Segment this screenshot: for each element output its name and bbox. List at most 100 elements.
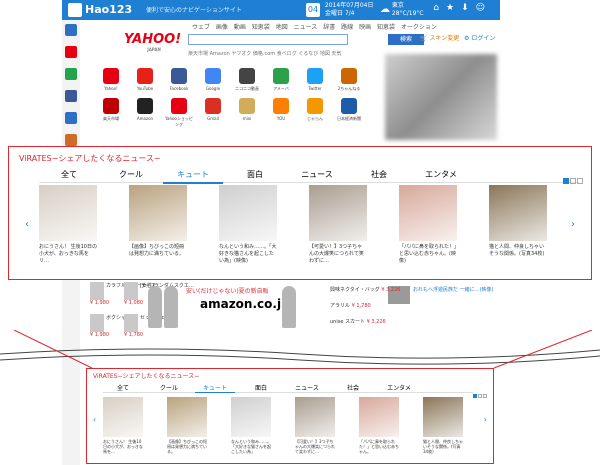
nav-link[interactable]: 路線 <box>341 24 359 31</box>
site-shortcut[interactable]: 楽天市場 <box>96 98 126 122</box>
news-card[interactable]: 【可愛い！】3つ子ちゃんの大爆笑につられて笑わずに… <box>295 397 335 454</box>
ad-thumb <box>90 282 104 300</box>
news-card[interactable]: 猫と人間、仲良しちゃいそうな関係。(写真34枚) <box>489 185 547 258</box>
site-shortcut[interactable]: 2ちゃんねる <box>334 68 364 92</box>
news-caption: 猫と人間、仲良しちゃいそうな関係。(写真34枚) <box>423 439 463 454</box>
ad-item[interactable]: 興味ネクタイ・バッグ ¥ 3,226 <box>330 286 400 293</box>
widget-tab[interactable]: 面白 <box>225 169 285 180</box>
next-arrow-icon[interactable]: › <box>484 415 487 424</box>
weather-temp: 28°C/19°C <box>391 10 424 17</box>
nav-link[interactable]: 地図 <box>276 24 294 31</box>
shortcut-icon[interactable] <box>65 68 77 80</box>
shortcut-icon[interactable] <box>65 112 77 124</box>
nav-link[interactable]: 動画 <box>234 24 252 31</box>
download-icon[interactable]: ⬇ <box>461 3 476 13</box>
star-icon[interactable]: ★ <box>446 3 461 13</box>
site-icon <box>137 98 153 114</box>
pager-dot[interactable] <box>478 394 482 398</box>
news-card[interactable]: 【画像】ちびっこの短冊は発想力に満ちている。 <box>167 397 207 454</box>
login-button[interactable]: ⚙ ログイン <box>464 33 495 42</box>
widget-tab[interactable]: クール <box>149 383 189 392</box>
calendar-icon: 04 <box>306 3 320 17</box>
weather-widget[interactable]: ☁ 東京 28°C/19°C <box>380 2 424 18</box>
pager-dot[interactable] <box>483 394 487 398</box>
search-button[interactable]: 検索 <box>388 34 424 45</box>
prev-arrow-icon[interactable]: ‹ <box>93 415 96 424</box>
site-shortcut[interactable]: Gmail <box>198 98 228 121</box>
shortcut-icon[interactable] <box>65 90 77 102</box>
pager-dot[interactable] <box>577 178 583 184</box>
nav-link[interactable]: 知恵袋 <box>377 24 401 31</box>
news-card[interactable]: おにうさん！ 生後10日の小犬が、おっきな馬をリ… <box>39 185 97 265</box>
next-arrow-icon[interactable]: › <box>571 219 575 230</box>
widget-tab[interactable]: 全て <box>39 169 99 180</box>
widget-tab[interactable]: エンタメ <box>411 169 471 180</box>
widget-tab[interactable]: ニュース <box>287 383 327 392</box>
nav-link[interactable]: ニュース <box>294 24 324 31</box>
news-card[interactable]: 「パパに鼻を取られた！」と思い込む赤ちゃん。(映像) <box>399 185 457 265</box>
site-shortcut[interactable]: アメーバ <box>266 68 296 92</box>
news-card[interactable]: 「パパに鼻を取られた！」と思い込む赤ちゃん。 <box>359 397 399 454</box>
site-shortcut[interactable]: じゃらん <box>300 98 330 122</box>
site-shortcut[interactable]: mixi <box>232 98 262 121</box>
site-label: mixi <box>242 116 252 121</box>
news-card[interactable]: 【画像】ちびっこの短冊は発想力に満ちている。 <box>129 185 187 258</box>
nav-link[interactable]: 辞書 <box>323 24 341 31</box>
widget-tab[interactable]: クール <box>101 169 161 180</box>
hao123-logo[interactable]: Hao123 <box>68 2 132 18</box>
news-caption: 「パパに鼻を取られた！」と思い込む赤ちゃん。(映像) <box>399 244 457 264</box>
pager-dot[interactable] <box>563 178 569 184</box>
widget-tab[interactable]: キュート <box>195 383 235 393</box>
news-card[interactable]: なんという和み……。「大好きな猫さんを起こしたい為」(映像) <box>219 185 277 265</box>
site-label: YOU <box>276 116 286 121</box>
nav-link[interactable]: 画像 <box>216 24 234 31</box>
news-card[interactable]: 【可愛い！】3つ子ちゃんの大爆笑につられて笑わずに… <box>309 185 367 265</box>
site-shortcut[interactable]: Yahoo! <box>96 68 126 91</box>
search-input[interactable] <box>188 34 348 45</box>
site-shortcut[interactable]: Yahooショッピング <box>164 98 194 128</box>
pager-dot[interactable] <box>473 394 477 398</box>
search-sublinks[interactable]: 楽天市場 Amazon ヤフオク 価格.com 食べログ ぐるなび 地図 天気 <box>188 50 341 57</box>
site-shortcut[interactable]: 日本経済新聞 <box>334 98 364 122</box>
news-card[interactable]: おにうさん！ 生後10日の小犬が、おっきな馬を… <box>103 397 143 454</box>
prev-arrow-icon[interactable]: ‹ <box>25 219 29 230</box>
ad-price: ¥ 1,980 <box>90 300 110 306</box>
widget-tab[interactable]: エンタメ <box>379 383 419 392</box>
skin-change-button[interactable]: 🛒 スキン変更 <box>420 33 459 42</box>
site-shortcut[interactable]: Twitter <box>300 68 330 91</box>
pager-dot[interactable] <box>570 178 576 184</box>
amazon-banner[interactable]: 安い(だけじゃない)夏の新自販 amazon.co.jp <box>148 286 308 332</box>
site-shortcut[interactable]: Amazon <box>130 98 160 121</box>
shortcut-icon[interactable] <box>65 46 77 58</box>
ad-price: ¥ 3,226 <box>381 287 401 293</box>
site-shortcut[interactable]: YOU <box>266 98 296 121</box>
widget-tab[interactable]: 社会 <box>333 383 373 392</box>
ad-item[interactable]: unise スカート ¥ 3,226 <box>330 318 386 325</box>
site-shortcut[interactable]: Google <box>198 68 228 91</box>
widget-tab[interactable]: キュート <box>163 169 223 184</box>
ad-item[interactable]: アラリル ¥ 1,780 <box>330 302 371 309</box>
user-icon[interactable]: ☺ <box>476 3 492 13</box>
nav-link[interactable]: 知恵袋 <box>252 24 276 31</box>
site-label: 日本経済新聞 <box>337 116 361 121</box>
nav-link[interactable]: 映画 <box>359 24 377 31</box>
site-icon <box>137 68 153 84</box>
widget-pager <box>472 383 487 402</box>
shortcut-icon[interactable] <box>65 134 77 146</box>
nav-link[interactable]: オークション <box>401 24 437 31</box>
site-shortcut[interactable]: Facebook <box>164 68 194 91</box>
widget-tab[interactable]: 社会 <box>349 169 409 180</box>
news-card[interactable]: 猫と人間、仲良しちゃいそうな関係。(写真34枚) <box>423 397 463 454</box>
nav-link[interactable]: ウェブ <box>192 24 216 31</box>
widget-tab[interactable]: 面白 <box>241 383 281 392</box>
site-shortcut[interactable]: YouTube <box>130 68 160 91</box>
home-icon[interactable]: ⌂ <box>433 3 446 13</box>
yahoo-logo[interactable]: YAHOO! JAPAN <box>124 32 184 52</box>
shortcut-icon[interactable] <box>65 24 77 36</box>
widget-tab[interactable]: 全て <box>103 383 143 392</box>
site-icon <box>341 98 357 114</box>
widget-tab[interactable]: ニュース <box>287 169 347 180</box>
news-card[interactable]: なんという和み……。「大好きな猫さんを起こしたい為」 <box>231 397 271 454</box>
news-caption: 「パパに鼻を取られた！」と思い込む赤ちゃん。 <box>359 439 399 454</box>
site-shortcut[interactable]: ニコニコ動画 <box>232 68 262 92</box>
